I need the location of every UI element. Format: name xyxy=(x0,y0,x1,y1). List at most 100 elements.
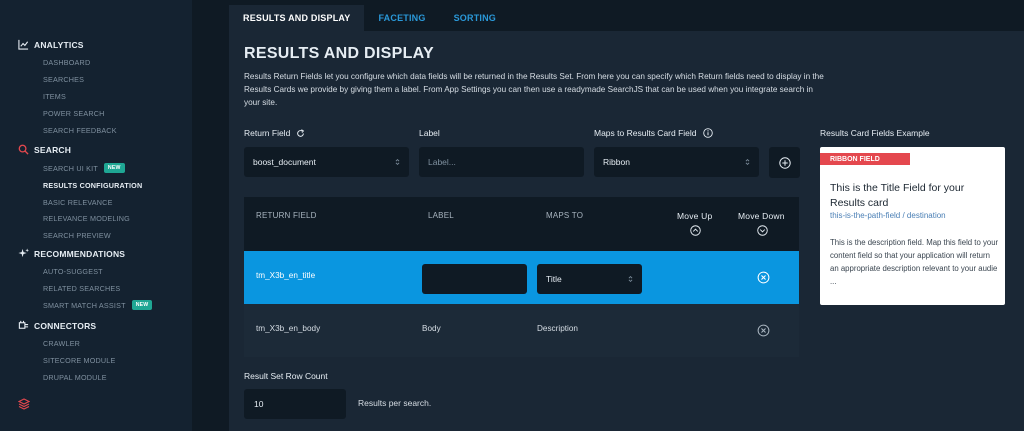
nav-section-label: CONNECTORS xyxy=(34,320,97,331)
panel-description: Results Return Fields let you configure … xyxy=(244,72,824,107)
return-fields-table: RETURN FIELD LABEL MAPS TO Move Up Move … xyxy=(244,197,799,357)
nav-item-related-searches[interactable]: RELATED SEARCHES xyxy=(43,284,120,293)
select-arrows-icon xyxy=(395,159,400,165)
layers-logo-icon[interactable] xyxy=(18,398,30,410)
row-label-input[interactable] xyxy=(422,264,527,294)
label-field-label-text: Label xyxy=(419,128,440,138)
maps-to-label-text: Maps to Results Card Field xyxy=(594,128,697,138)
maps-to-select[interactable]: Ribbon xyxy=(594,147,759,177)
ribbon-field: RIBBON FIELD xyxy=(820,153,910,165)
tab-sorting[interactable]: SORTING xyxy=(440,5,510,31)
nav-item-label: SITECORE MODULE xyxy=(43,356,116,365)
sparkle-icon xyxy=(18,248,29,258)
chart-line-icon xyxy=(18,39,29,50)
table-row[interactable]: tm_X3b_en_title Title xyxy=(244,251,799,304)
nav-section-connectors[interactable]: CONNECTORS xyxy=(18,320,96,331)
nav-item-crawler[interactable]: CRAWLER xyxy=(43,339,80,348)
nav-item-label: BASIC RELEVANCE xyxy=(43,198,113,207)
card-example-heading: Results Card Fields Example xyxy=(820,128,930,138)
nav-item-search-ui-kit[interactable]: SEARCH UI KIT NEW xyxy=(43,163,125,173)
nav-item-basic-relevance[interactable]: BASIC RELEVANCE xyxy=(43,198,113,207)
row-maps-to: Description xyxy=(537,324,578,333)
return-field-label: Return Field xyxy=(244,128,305,138)
plus-circle-icon xyxy=(778,156,791,169)
row-return-field: tm_X3b_en_title xyxy=(256,271,316,280)
row-return-field: tm_X3b_en_body xyxy=(256,324,321,333)
refresh-icon[interactable] xyxy=(296,128,305,138)
nav-item-items[interactable]: ITEMS xyxy=(43,92,66,101)
col-move-down: Move Down xyxy=(738,211,785,221)
return-field-label-text: Return Field xyxy=(244,128,291,138)
results-card-example: RIBBON FIELD This is the Title Field for… xyxy=(820,147,1005,305)
nav-item-relevance-modeling[interactable]: RELEVANCE MODELING xyxy=(43,214,130,223)
label-field-label: Label xyxy=(419,128,440,138)
select-arrows-icon xyxy=(628,276,633,282)
info-icon[interactable] xyxy=(702,128,713,138)
nav-item-label: AUTO-SUGGEST xyxy=(43,267,103,276)
chevron-down-circle-icon[interactable] xyxy=(757,225,768,236)
card-title-field: This is the Title Field for your Results… xyxy=(830,182,965,209)
tab-faceting[interactable]: FACETING xyxy=(364,5,439,31)
nav-item-label: SEARCH FEEDBACK xyxy=(43,126,117,135)
chevron-up-circle-icon[interactable] xyxy=(690,225,701,236)
maps-to-select-value: Ribbon xyxy=(603,157,630,167)
nav-item-label: CRAWLER xyxy=(43,339,81,348)
nav-item-drupal-module[interactable]: DRUPAL MODULE xyxy=(43,373,107,382)
nav-item-label: SMART MATCH ASSIST xyxy=(43,300,126,310)
new-badge: NEW xyxy=(131,300,153,310)
col-label: LABEL xyxy=(428,211,454,220)
nav-item-label: ITEMS xyxy=(43,92,66,101)
nav-item-dashboard[interactable]: DASHBOARD xyxy=(43,58,90,67)
nav-item-label: SEARCHES xyxy=(43,75,85,84)
nav-item-searches[interactable]: SEARCHES xyxy=(43,75,84,84)
return-field-select-value: boost_document xyxy=(253,157,316,167)
nav-item-label: DASHBOARD xyxy=(43,58,91,67)
label-input[interactable]: Label... xyxy=(419,147,584,177)
table-header: RETURN FIELD LABEL MAPS TO Move Up Move … xyxy=(244,197,799,251)
plug-icon xyxy=(18,320,29,329)
nav-item-search-feedback[interactable]: SEARCH FEEDBACK xyxy=(43,126,117,135)
remove-row-icon[interactable] xyxy=(757,271,770,284)
nav-item-auto-suggest[interactable]: AUTO-SUGGEST xyxy=(43,267,103,276)
select-arrows-icon xyxy=(745,159,750,165)
row-count-label: Result Set Row Count xyxy=(244,371,328,381)
results-display-panel: RESULTS AND DISPLAY Results Return Field… xyxy=(229,31,1024,431)
nav-section-label: RECOMMENDATIONS xyxy=(34,248,126,259)
tab-bar: RESULTS AND DISPLAY FACETING SORTING xyxy=(229,5,510,31)
search-icon xyxy=(18,144,29,155)
nav-item-label: DRUPAL MODULE xyxy=(43,373,107,382)
nav-item-label: POWER SEARCH xyxy=(43,109,105,118)
row-count-input[interactable]: 10 xyxy=(244,389,346,419)
card-description-field: This is the description field. Map this … xyxy=(830,238,999,286)
app: ANALYTICS DASHBOARD SEARCHES ITEMS POWER… xyxy=(0,0,1024,431)
nav-section-recommendations[interactable]: RECOMMENDATIONS xyxy=(18,248,125,259)
table-row[interactable]: tm_X3b_en_body Body Description xyxy=(244,304,799,357)
nav-item-label: RELEVANCE MODELING xyxy=(43,214,130,223)
nav-item-smart-match-assist[interactable]: SMART MATCH ASSIST NEW xyxy=(43,300,153,310)
card-path-field: this-is-the-path-field / destination xyxy=(830,211,946,220)
sidebar: ANALYTICS DASHBOARD SEARCHES ITEMS POWER… xyxy=(0,0,192,431)
nav-section-label: SEARCH xyxy=(34,144,72,155)
remove-row-icon[interactable] xyxy=(757,324,770,337)
nav-item-label: SEARCH UI KIT xyxy=(43,163,98,173)
label-input-placeholder: Label... xyxy=(428,157,456,167)
add-field-button[interactable] xyxy=(769,147,800,178)
return-field-select[interactable]: boost_document xyxy=(244,147,409,177)
row-maps-to-value: Title xyxy=(546,274,562,284)
nav-item-label: RELATED SEARCHES xyxy=(43,284,121,293)
nav-item-power-search[interactable]: POWER SEARCH xyxy=(43,109,105,118)
page-title: RESULTS AND DISPLAY xyxy=(244,45,435,62)
nav-item-search-preview[interactable]: SEARCH PREVIEW xyxy=(43,231,111,240)
nav-item-label: RESULTS CONFIGURATION xyxy=(43,181,143,190)
row-maps-to-select[interactable]: Title xyxy=(537,264,642,294)
col-move-up: Move Up xyxy=(677,211,713,221)
tab-results-and-display[interactable]: RESULTS AND DISPLAY xyxy=(229,5,365,31)
nav-section-analytics[interactable]: ANALYTICS xyxy=(18,39,84,50)
nav-item-results-configuration[interactable]: RESULTS CONFIGURATION xyxy=(43,181,142,190)
row-count-suffix: Results per search. xyxy=(358,398,432,408)
nav-section-label: ANALYTICS xyxy=(34,39,84,50)
nav-item-sitecore-module[interactable]: SITECORE MODULE xyxy=(43,356,116,365)
nav-item-label: SEARCH PREVIEW xyxy=(43,231,111,240)
nav-section-search[interactable]: SEARCH xyxy=(18,144,71,155)
main-content: RESULTS AND DISPLAY FACETING SORTING RES… xyxy=(192,0,1024,431)
